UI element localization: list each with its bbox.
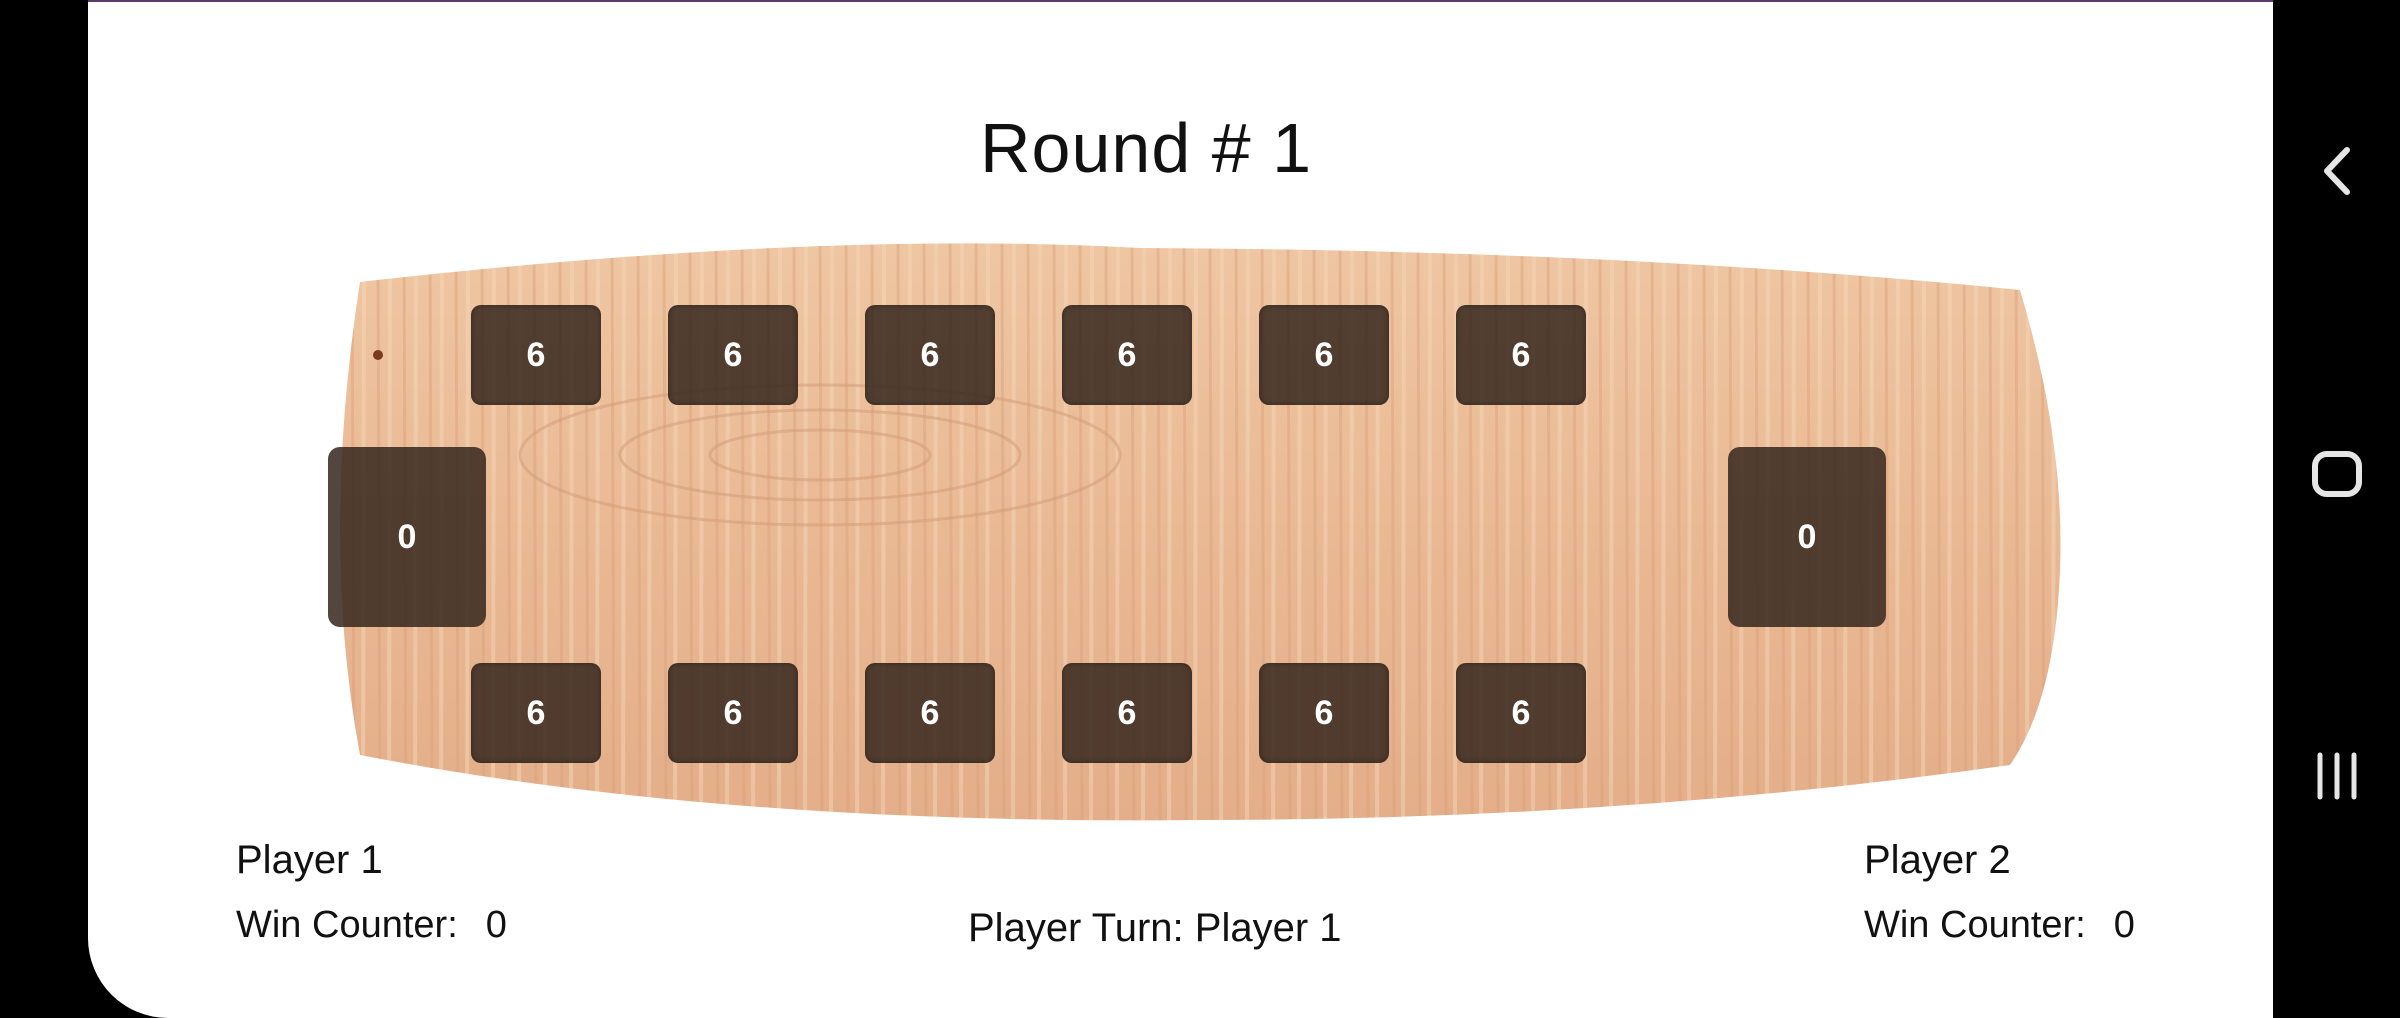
player1-win-label: Win Counter: — [236, 904, 458, 946]
top-pit[interactable]: 6 — [1456, 305, 1586, 405]
player2-name: Player 2 — [1864, 838, 2011, 882]
recents-bars-icon — [2317, 752, 2357, 800]
bottom-pit[interactable]: 6 — [1456, 663, 1586, 763]
home-square-icon — [2312, 451, 2362, 497]
top-pit[interactable]: 6 — [668, 305, 798, 405]
top-pit[interactable]: 6 — [1259, 305, 1389, 405]
home-button[interactable] — [2303, 440, 2371, 508]
right-store-count: 0 — [1797, 517, 1817, 556]
left-store-count: 0 — [397, 517, 417, 556]
bottom-pit[interactable]: 6 — [471, 663, 601, 763]
player1-win-count: 0 — [485, 904, 507, 946]
bottom-pit[interactable]: 6 — [668, 663, 798, 763]
player2-win-counter: Win Counter: 0 — [1864, 904, 2135, 947]
top-pit[interactable]: 6 — [865, 305, 995, 405]
round-title: Round # 1 — [980, 109, 1313, 187]
player-turn-status: Player Turn: Player 1 — [968, 906, 1342, 950]
bottom-pit[interactable]: 6 — [1259, 663, 1389, 763]
top-pit[interactable]: 6 — [471, 305, 601, 405]
player1-name: Player 1 — [236, 838, 383, 882]
left-store: 0 — [328, 447, 486, 627]
recents-button[interactable] — [2303, 742, 2371, 810]
chevron-left-icon — [2324, 147, 2350, 195]
mancala-board: 0 0 6 6 6 6 6 6 6 6 6 6 6 6 — [320, 240, 2078, 825]
top-accent-line — [88, 0, 2273, 2]
bottom-pit[interactable]: 6 — [1062, 663, 1192, 763]
right-store: 0 — [1728, 447, 1886, 627]
system-nav-bar — [2273, 0, 2400, 1018]
top-pit[interactable]: 6 — [1062, 305, 1192, 405]
app-screen: Round # 1 0 0 6 6 6 6 6 6 6 6 6 6 6 6 Pl… — [88, 0, 2273, 1018]
bottom-pit[interactable]: 6 — [865, 663, 995, 763]
player1-win-counter: Win Counter: 0 — [236, 904, 507, 947]
player2-win-label: Win Counter: — [1864, 904, 2086, 946]
player2-win-count: 0 — [2113, 904, 2135, 946]
back-button[interactable] — [2303, 137, 2371, 205]
